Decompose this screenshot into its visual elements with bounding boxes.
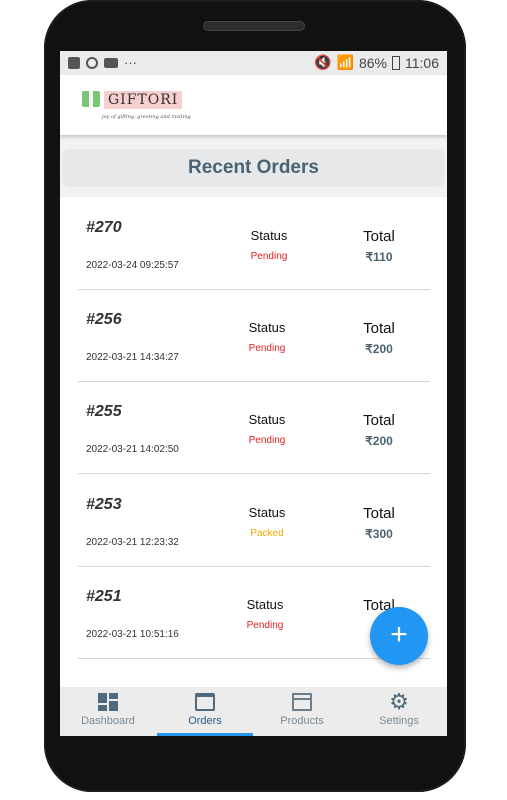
- total-value: ₹200: [365, 342, 393, 356]
- status-label: Status: [248, 412, 286, 427]
- order-date: 2022-03-24 09:25:57: [86, 260, 179, 271]
- battery-icon: [392, 55, 400, 70]
- app-bar: GIFTORI joy of gifting, greeting and inv…: [60, 75, 447, 135]
- order-date: 2022-03-21 10:51:16: [86, 629, 179, 640]
- status-value: Pending: [246, 620, 284, 631]
- tab-orders[interactable]: Orders: [157, 687, 253, 736]
- page-title: Recent Orders: [62, 149, 445, 187]
- order-date: 2022-03-21 12:23:32: [86, 537, 179, 548]
- status-label: Status: [248, 505, 286, 520]
- gear-icon: ⚙: [389, 689, 409, 714]
- tab-label: Settings: [379, 715, 419, 727]
- speaker-grille: [203, 21, 305, 31]
- mute-icon: 🔇: [314, 54, 332, 70]
- tab-label: Dashboard: [81, 715, 135, 727]
- total-label: Total: [363, 505, 395, 522]
- store-icon: [195, 693, 215, 711]
- status-label: Status: [246, 597, 284, 612]
- tab-settings[interactable]: ⚙ Settings: [351, 687, 447, 736]
- active-tab-indicator: [157, 733, 253, 736]
- order-date: 2022-03-21 14:02:50: [86, 444, 179, 455]
- wifi-icon: 📶: [336, 54, 354, 70]
- order-row[interactable]: #270 2022-03-24 09:25:57 Status Pending …: [78, 197, 430, 290]
- status-bar: ··· 🔇 📶 86% 11:06: [60, 51, 447, 75]
- clock: 11:06: [405, 54, 439, 71]
- dashboard-icon: [98, 693, 118, 711]
- total-label: Total: [363, 412, 395, 429]
- order-date: 2022-03-21 14:34:27: [86, 352, 179, 363]
- status-label: Status: [250, 228, 288, 243]
- order-row[interactable]: #253 2022-03-21 12:23:32 Status Packed T…: [78, 474, 430, 567]
- giftori-logo[interactable]: GIFTORI joy of gifting, greeting and inv…: [82, 89, 192, 125]
- order-id: #255: [86, 403, 122, 420]
- status-value: Pending: [248, 435, 286, 446]
- notification-a-icon: [86, 56, 98, 69]
- youtube-icon: [104, 57, 118, 68]
- total-value: ₹200: [365, 434, 393, 448]
- logo-tagline: joy of gifting, greeting and inviting: [102, 114, 191, 120]
- order-id: #270: [86, 219, 122, 236]
- tab-label: Products: [280, 715, 324, 727]
- archive-box-icon: [292, 693, 312, 711]
- status-value: Pending: [248, 343, 286, 354]
- facebook-icon: [68, 56, 80, 69]
- tab-products[interactable]: Products: [254, 687, 350, 736]
- order-row[interactable]: #256 2022-03-21 14:34:27 Status Pending …: [78, 289, 430, 382]
- total-label: Total: [363, 228, 395, 245]
- app-screen: ··· 🔇 📶 86% 11:06 GIFTORI joy of gifting…: [60, 51, 447, 736]
- status-value: Packed: [250, 528, 284, 539]
- order-id: #253: [86, 496, 122, 513]
- plus-icon: +: [390, 618, 408, 651]
- tab-label: Orders: [188, 715, 222, 727]
- gift-box-icon: [82, 91, 100, 107]
- order-id: #251: [86, 588, 122, 605]
- logo-wordmark: GIFTORI: [104, 91, 183, 109]
- total-label: Total: [363, 320, 395, 337]
- status-value: Pending: [250, 251, 288, 262]
- battery-percent: 86%: [358, 54, 387, 71]
- total-value: ₹300: [365, 527, 393, 541]
- tab-dashboard[interactable]: Dashboard: [60, 687, 156, 736]
- more-notifications-icon: ···: [124, 55, 137, 70]
- order-id: #256: [86, 311, 122, 328]
- add-order-button[interactable]: +: [370, 607, 428, 665]
- order-row[interactable]: #255 2022-03-21 14:02:50 Status Pending …: [78, 381, 430, 474]
- status-label: Status: [248, 320, 286, 335]
- total-value: ₹110: [365, 250, 393, 264]
- bottom-navigation: Dashboard Orders Products ⚙ Settings: [60, 687, 447, 736]
